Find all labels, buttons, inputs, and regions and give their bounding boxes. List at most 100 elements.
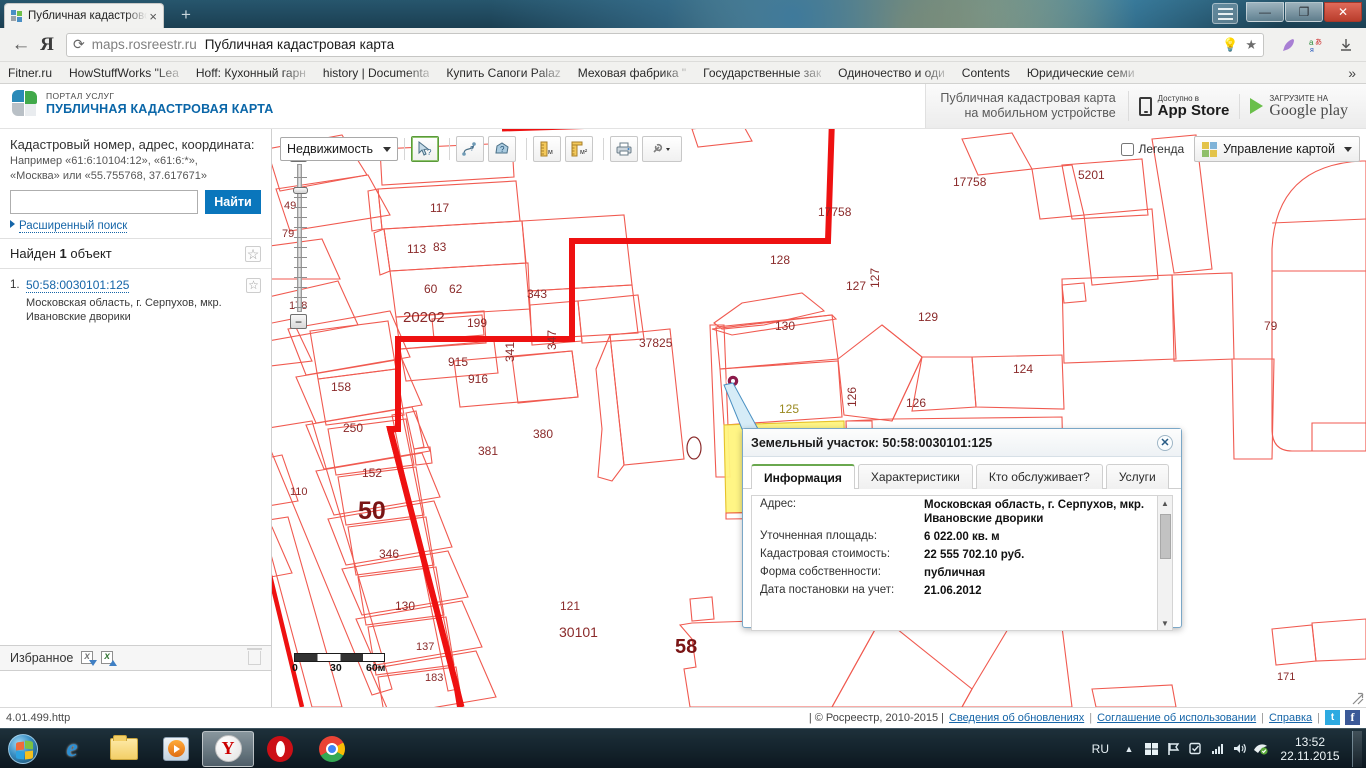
info-label: Кадастровая стоимость: — [760, 548, 891, 560]
zoom-slider-track[interactable] — [292, 164, 308, 312]
facebook-icon[interactable]: f — [1345, 710, 1360, 725]
map-parcel-label: 199 — [467, 316, 487, 330]
permalink-tool-button[interactable] — [642, 136, 682, 162]
bookmarks-overflow-button[interactable]: » — [1348, 65, 1356, 81]
windows-flag-icon[interactable] — [1140, 736, 1162, 762]
layer-select[interactable]: Недвижимость — [280, 137, 398, 161]
popup-close-icon[interactable]: ✕ — [1157, 434, 1173, 451]
bookmark-item[interactable]: Contents — [962, 66, 1010, 80]
show-desktop-button[interactable] — [1352, 730, 1362, 767]
address-bar[interactable]: ⟳ maps.rosreestr.ru Публичная кадастрова… — [66, 32, 1264, 57]
footer-link-updates[interactable]: Сведения об обновлениях — [949, 712, 1084, 724]
appstore-badge[interactable]: Доступно в App Store — [1129, 93, 1241, 119]
add-to-favorites-icon[interactable]: ☆ — [246, 278, 261, 293]
measure-length-tool-button[interactable]: м — [533, 136, 561, 162]
map-parcel-label: 125 — [779, 402, 799, 416]
result-cadastral-number[interactable]: 50:58:0030101:125 — [26, 278, 130, 293]
taskbar-explorer[interactable] — [98, 730, 150, 768]
svg-text:あ: あ — [1315, 38, 1322, 46]
xls-export-icon[interactable] — [101, 650, 118, 666]
action-center-icon[interactable] — [1184, 736, 1206, 762]
tab-who-serves[interactable]: Кто обслуживает? — [975, 464, 1103, 489]
bookmark-item[interactable]: Hoff: Кухонный гарн — [196, 66, 306, 80]
download-icon[interactable] — [1334, 33, 1358, 57]
scroll-down-arrow-icon[interactable]: ▼ — [1158, 616, 1172, 630]
tab-close-icon[interactable]: × — [149, 10, 157, 23]
taskbar-yandex-browser[interactable]: Y — [202, 730, 254, 767]
bookmark-item[interactable]: Одиночество и оди — [838, 66, 945, 80]
bookmark-item[interactable]: Купить Сапоги Palaz — [446, 66, 560, 80]
taskbar-clock[interactable]: 13:52 22.11.2015 — [1272, 735, 1348, 763]
legend-label[interactable]: Легенда — [1139, 142, 1185, 156]
popup-scrollbar[interactable]: ▲ ▼ — [1157, 496, 1172, 630]
measure-area-tool-button[interactable]: м² — [565, 136, 593, 162]
browser-tab[interactable]: Публичная кадастровое × — [4, 3, 164, 28]
zoom-slider-thumb[interactable] — [292, 187, 308, 194]
feather-icon[interactable] — [1276, 33, 1300, 57]
parcel-info-popup[interactable]: Земельный участок: 50:58:0030101:125 ✕ И… — [742, 428, 1182, 631]
print-tool-button[interactable] — [610, 136, 638, 162]
browser-menu-button[interactable] — [1212, 3, 1238, 24]
advanced-search-link[interactable]: Расширенный поиск — [10, 220, 261, 233]
trash-icon[interactable] — [247, 648, 262, 665]
taskbar-chrome[interactable] — [306, 730, 358, 768]
antivirus-icon[interactable] — [1250, 736, 1272, 762]
bookmark-item[interactable]: Fitner.ru — [8, 66, 52, 80]
select-info-tool-button[interactable]: ? — [411, 136, 439, 162]
map-viewport[interactable]: 117 113 83 60 62 343 20202 199 915 916 341 347 37825… — [272, 129, 1366, 707]
googleplay-badge[interactable]: ЗАГРУЗИТЕ НА Google play — [1240, 94, 1358, 119]
browser-tabstrip: Публичная кадастровое × + — ❐ ✕ — [0, 0, 1366, 28]
window-maximize-button[interactable]: ❐ — [1285, 2, 1323, 22]
results-list: 1. 50:58:0030101:125 Московская область,… — [0, 269, 271, 645]
map-control-button[interactable]: Управление картой — [1194, 136, 1360, 162]
resize-grip-icon[interactable] — [1350, 691, 1364, 705]
scroll-up-arrow-icon[interactable]: ▲ — [1158, 496, 1172, 510]
tab-characteristics[interactable]: Характеристики — [857, 464, 973, 489]
yandex-browser-icon: Y — [214, 735, 242, 762]
window-close-button[interactable]: ✕ — [1324, 2, 1362, 22]
polygon-measure-tool-button[interactable]: ? — [488, 136, 516, 162]
xls-import-icon[interactable] — [81, 650, 98, 666]
sidebar: Кадастровый номер, адрес, координата: На… — [0, 129, 272, 707]
taskbar-internet-explorer[interactable]: e — [46, 730, 98, 768]
legend-checkbox[interactable] — [1120, 142, 1134, 156]
search-button[interactable]: Найти — [205, 190, 261, 214]
bookmark-item[interactable]: Юридические семи — [1027, 66, 1135, 80]
translate-icon[interactable]: aあя — [1305, 33, 1329, 57]
zoom-out-button[interactable]: − — [290, 314, 307, 329]
yandex-logo-icon[interactable]: Я — [34, 32, 60, 58]
mobile-promo-line-2: на мобильном устройстве — [964, 106, 1116, 120]
bookmark-item[interactable]: Меховая фабрика " — [578, 66, 686, 80]
new-tab-button[interactable]: + — [175, 6, 197, 26]
tray-expand-icon[interactable]: ▲ — [1118, 736, 1140, 762]
lightbulb-icon[interactable]: 💡 — [1222, 37, 1238, 53]
window-minimize-button[interactable]: — — [1246, 2, 1284, 22]
taskbar-opera[interactable] — [254, 730, 306, 768]
scrollbar-thumb[interactable] — [1160, 514, 1171, 559]
site-logo[interactable]: ПОРТАЛ УСЛУГ ПУБЛИЧНАЯ КАДАСТРОВАЯ КАРТА — [12, 90, 273, 116]
footer-separator: | — [1261, 711, 1264, 724]
twitter-icon[interactable]: t — [1325, 710, 1340, 725]
list-item[interactable]: 1. 50:58:0030101:125 Московская область,… — [0, 278, 271, 324]
legend-checkbox-group[interactable]: Легенда — [1120, 142, 1185, 156]
bookmark-item[interactable]: HowStuffWorks "Lea — [69, 66, 179, 80]
bookmark-star-icon[interactable]: ★ — [1245, 37, 1257, 53]
bookmark-item[interactable]: history | Documenta — [323, 66, 430, 80]
reload-icon[interactable]: ⟳ — [73, 36, 85, 53]
start-button[interactable] — [0, 730, 46, 768]
network-icon[interactable] — [1206, 736, 1228, 762]
add-all-to-favorites-icon[interactable]: ☆ — [245, 245, 261, 262]
tab-services[interactable]: Услуги — [1105, 464, 1169, 489]
footer-link-help[interactable]: Справка — [1269, 712, 1312, 724]
tab-information[interactable]: Информация — [751, 464, 855, 489]
back-button[interactable]: ← — [8, 32, 34, 58]
flag-icon[interactable] — [1162, 736, 1184, 762]
svg-text:м²: м² — [580, 149, 588, 156]
bookmark-item[interactable]: Государственные зак — [703, 66, 821, 80]
footer-link-agreement[interactable]: Соглашение об использовании — [1097, 712, 1256, 724]
search-input[interactable] — [10, 190, 198, 214]
polyline-measure-tool-button[interactable]: ? — [456, 136, 484, 162]
taskbar-media-player[interactable] — [150, 730, 202, 768]
language-indicator[interactable]: RU — [1092, 742, 1109, 756]
volume-icon[interactable] — [1228, 736, 1250, 762]
